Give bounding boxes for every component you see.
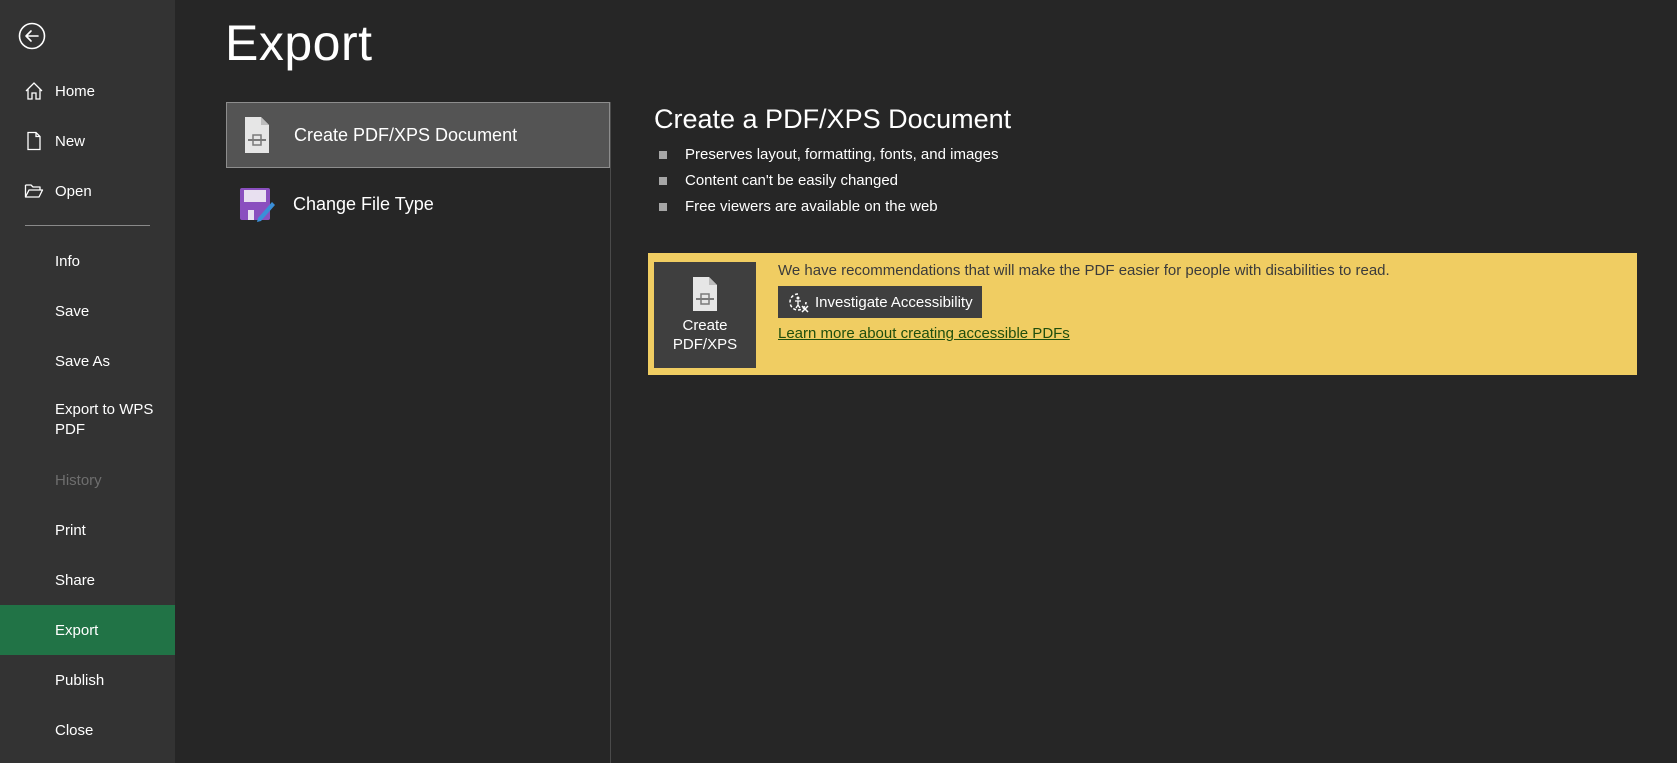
change-file-type-icon <box>236 184 276 224</box>
option-create-pdf-xps-label: Create PDF/XPS Document <box>294 124 518 145</box>
detail-title: Create a PDF/XPS Document <box>654 104 1012 134</box>
new-document-icon <box>24 131 44 151</box>
page-title: Export <box>225 15 373 71</box>
open-folder-icon <box>24 181 44 201</box>
investigate-accessibility-button[interactable]: Investigate Accessibility <box>778 286 982 318</box>
nav-save-label: Save <box>55 302 90 320</box>
nav-info-label: Info <box>55 252 81 270</box>
nav-publish-label: Publish <box>55 671 105 689</box>
nav-share-label: Share <box>55 571 96 589</box>
nav-print[interactable]: Print <box>0 505 175 555</box>
bullet-square-icon <box>659 177 667 185</box>
sidebar-divider <box>25 225 150 226</box>
investigate-accessibility-label: Investigate Accessibility <box>815 293 973 311</box>
accessibility-checker-icon <box>789 293 809 313</box>
detail-bullet: Preserves layout, formatting, fonts, and… <box>659 142 998 168</box>
bullet-square-icon <box>659 151 667 159</box>
nav-export-to-wps-pdf[interactable]: Export to WPS PDF <box>0 386 175 454</box>
nav-close[interactable]: Close <box>0 705 175 755</box>
nav-export[interactable]: Export <box>0 605 175 655</box>
learn-more-link[interactable]: Learn more about creating accessible PDF… <box>778 325 1070 342</box>
nav-print-label: Print <box>55 521 86 539</box>
bullet-text: Preserves layout, formatting, fonts, and… <box>685 146 999 163</box>
back-arrow-circle-icon <box>18 22 46 50</box>
bullet-text: Content can't be easily changed <box>685 172 899 189</box>
nav-export-to-wps-pdf-label: Export to WPS PDF <box>55 401 154 438</box>
home-icon <box>24 81 44 101</box>
pdf-document-icon <box>237 115 277 155</box>
backstage-sidebar: Home New Open Info Save Save As Export t… <box>0 0 175 763</box>
create-pdf-xps-button-label: Create PDF/XPS <box>672 317 738 353</box>
nav-new-label: New <box>55 132 86 150</box>
nav-home[interactable]: Home <box>0 66 175 116</box>
pdf-document-icon <box>693 277 717 311</box>
option-create-pdf-xps[interactable]: Create PDF/XPS Document <box>226 102 610 168</box>
nav-save-as-label: Save As <box>55 352 111 370</box>
nav-home-label: Home <box>55 82 96 100</box>
nav-save[interactable]: Save <box>0 286 175 336</box>
detail-bullet: Free viewers are available on the web <box>659 194 998 220</box>
nav-publish[interactable]: Publish <box>0 655 175 705</box>
nav-open-label: Open <box>55 182 92 200</box>
nav-export-label: Export <box>55 621 99 639</box>
nav-history-label: History <box>55 471 102 489</box>
nav-close-label: Close <box>55 721 94 739</box>
bullet-text: Free viewers are available on the web <box>685 198 938 215</box>
nav-save-as[interactable]: Save As <box>0 336 175 386</box>
bullet-square-icon <box>659 203 667 211</box>
nav-info[interactable]: Info <box>0 236 175 286</box>
accessibility-message: We have recommendations that will make t… <box>778 262 1390 279</box>
detail-bullet-list: Preserves layout, formatting, fonts, and… <box>659 142 998 220</box>
detail-bullet: Content can't be easily changed <box>659 168 998 194</box>
panel-divider <box>610 102 611 763</box>
nav-open[interactable]: Open <box>0 166 175 216</box>
nav-history: History <box>0 455 175 505</box>
option-change-file-type-label: Change File Type <box>293 193 434 214</box>
option-change-file-type[interactable]: Change File Type <box>226 172 608 236</box>
nav-share[interactable]: Share <box>0 555 175 605</box>
accessibility-banner: Create PDF/XPS We have recommendations t… <box>648 253 1637 375</box>
create-pdf-xps-button[interactable]: Create PDF/XPS <box>654 262 756 368</box>
nav-new[interactable]: New <box>0 116 175 166</box>
back-button[interactable] <box>18 22 46 50</box>
